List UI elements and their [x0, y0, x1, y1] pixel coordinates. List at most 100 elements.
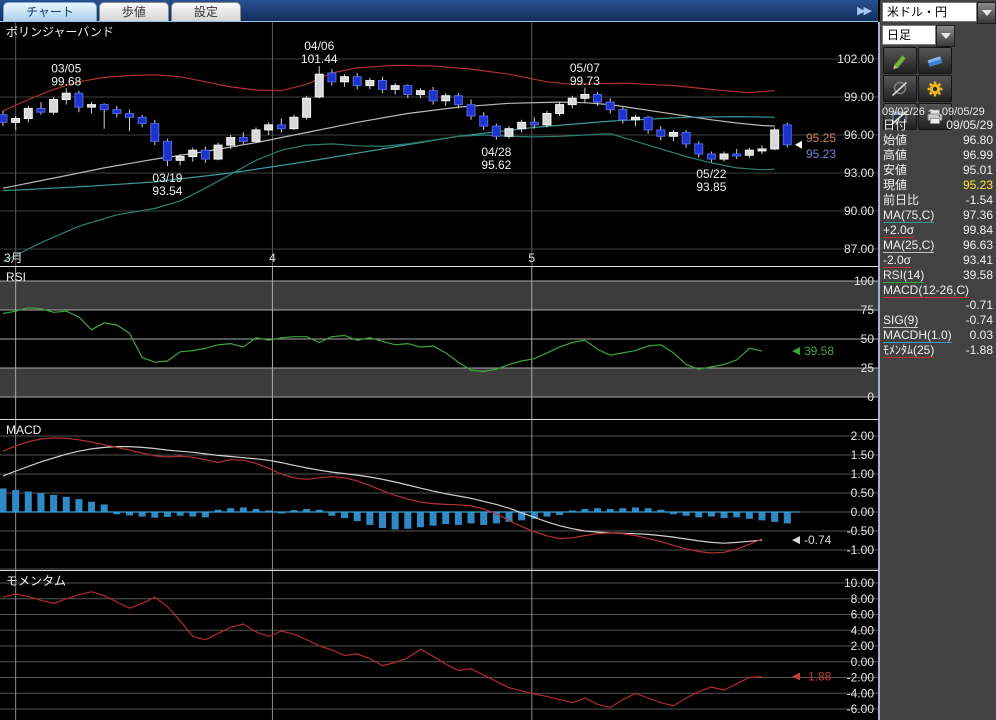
interval-select[interactable]: 日足: [882, 25, 955, 47]
symbol-value[interactable]: 米ドル・円: [882, 2, 977, 22]
settings-gear-button[interactable]: [918, 75, 952, 102]
delete-line-icon: [891, 81, 908, 96]
tab-tick[interactable]: 歩値: [98, 2, 169, 22]
rsi-chart-svg[interactable]: 100 75 50 25 0 39.58: [0, 267, 878, 419]
svg-text:-6.00: -6.00: [847, 702, 875, 716]
quote-row-value: 39.58: [962, 268, 993, 282]
svg-text:0: 0: [867, 390, 874, 404]
svg-text:90.00: 90.00: [844, 204, 874, 218]
tab-chart[interactable]: チャート: [3, 2, 97, 22]
chevron-down-icon: [981, 10, 992, 16]
svg-text:0.50: 0.50: [851, 486, 875, 500]
quote-row: SIG(9) -0.74: [880, 313, 996, 328]
quote-row: MACD(12-26,C): [880, 283, 996, 298]
quote-row-label: ﾓﾒﾝﾀﾑ(25): [883, 343, 935, 358]
quote-row: -2.0σ 93.41: [880, 253, 996, 268]
svg-text:04/06: 04/06: [304, 39, 334, 53]
quote-row-label: -2.0σ: [883, 253, 912, 268]
svg-text:-0.74: -0.74: [804, 533, 832, 547]
svg-text:-0.50: -0.50: [847, 524, 875, 538]
quote-row: 安値 95.01: [880, 163, 996, 178]
tab-list: チャート 歩値 設定: [0, 0, 878, 22]
quote-row-label: 前日比: [883, 193, 920, 207]
quote-row-value: 96.99: [962, 148, 993, 162]
quote-row-value: -1.88: [965, 343, 993, 357]
tab-overflow-icon[interactable]: ▶▶: [857, 4, 872, 17]
quote-row: 現値 95.23: [880, 178, 996, 193]
quote-row-label: RSI(14): [883, 268, 925, 283]
draw-line-button[interactable]: [883, 47, 917, 74]
quote-row-label: +2.0σ: [883, 223, 915, 238]
tab-settings[interactable]: 設定: [170, 2, 241, 22]
svg-text:100: 100: [854, 274, 874, 288]
interval-value[interactable]: 日足: [882, 25, 936, 45]
svg-text:95.62: 95.62: [481, 158, 511, 172]
quote-row: 始値 96.80: [880, 133, 996, 148]
main-chart-svg[interactable]: 102.00 99.00 96.00 93.00 90.00 87.00 3月 4 5 03/05…: [0, 22, 878, 267]
svg-text:99.00: 99.00: [844, 90, 874, 104]
quote-row: -0.71: [880, 298, 996, 313]
svg-text:1.00: 1.00: [851, 467, 875, 481]
svg-text:05/07: 05/07: [570, 61, 600, 75]
tab-bar: チャート 歩値 設定 ▶▶: [0, 0, 878, 22]
eraser-button[interactable]: [918, 47, 952, 74]
quote-row-label: 高値: [883, 148, 908, 162]
svg-text:39.58: 39.58: [804, 344, 834, 358]
svg-text:0.00: 0.00: [851, 505, 875, 519]
svg-text:0.00: 0.00: [851, 655, 875, 669]
svg-text:-1.88: -1.88: [804, 670, 832, 684]
svg-text:4: 4: [269, 251, 276, 265]
macd-chart-svg[interactable]: 2.00 1.50 1.00 0.50 0.00 -0.50 -1.00 -0.74: [0, 420, 878, 570]
quote-row-label: 始値: [883, 133, 908, 147]
svg-text:2.00: 2.00: [851, 429, 875, 443]
symbol-select[interactable]: 米ドル・円: [882, 2, 996, 24]
svg-text:95.23: 95.23: [806, 147, 836, 161]
svg-text:-2.00: -2.00: [847, 671, 875, 685]
svg-text:50: 50: [861, 332, 875, 346]
svg-text:96.00: 96.00: [844, 128, 874, 142]
svg-text:25: 25: [861, 361, 875, 375]
quote-row-value: 99.84: [962, 223, 993, 237]
svg-text:1.50: 1.50: [851, 448, 875, 462]
svg-text:99.68: 99.68: [51, 74, 81, 88]
momentum-chart-svg[interactable]: 10.00 8.00 6.004.00 2.00 0.00 -2.00-4.00 -6.00…: [0, 571, 878, 720]
svg-text:87.00: 87.00: [844, 242, 874, 256]
momentum-label: モメンタム: [6, 574, 67, 588]
quote-row: 前日比 -1.54: [880, 193, 996, 208]
quote-row-value: 96.80: [962, 133, 993, 147]
gear-icon: [927, 81, 943, 96]
quote-row-label: 日付: [883, 118, 908, 132]
svg-text:93.54: 93.54: [152, 184, 182, 198]
chart-area: 102.00 99.00 96.00 93.00 90.00 87.00 3月 4 5 03/05…: [0, 22, 880, 720]
side-panel: 米ドル・円 日足 09/02/26 ～ 09/05/29 日付 09/05/29…: [880, 0, 996, 720]
quote-row-value: 09/05/29: [946, 118, 993, 132]
quote-row: RSI(14) 39.58: [880, 268, 996, 283]
quote-row-value: 95.01: [962, 163, 993, 177]
quote-row: ﾓﾒﾝﾀﾑ(25) -1.88: [880, 343, 996, 358]
eraser-icon: [927, 56, 943, 67]
symbol-dropdown-button[interactable]: [977, 2, 996, 24]
quote-row-value: 95.23: [962, 178, 993, 192]
svg-text:99.73: 99.73: [570, 74, 600, 88]
quote-row-value: -0.74: [965, 313, 993, 327]
svg-text:75: 75: [861, 303, 875, 317]
chevron-down-icon: [940, 33, 951, 39]
quote-table: 日付 09/05/29 始値 96.80 高値 96.99 安値 95.01 現値 95.23 前日…: [880, 118, 996, 358]
svg-text:93.00: 93.00: [844, 166, 874, 180]
pencil-icon: [893, 54, 907, 69]
quote-row-label: 現値: [883, 178, 908, 192]
svg-text:10.00: 10.00: [844, 576, 874, 590]
svg-text:93.85: 93.85: [696, 180, 726, 194]
quote-row: 日付 09/05/29: [880, 118, 996, 133]
quote-row-value: 0.03: [969, 328, 993, 342]
svg-text:03/19: 03/19: [152, 171, 182, 185]
quote-row-label: MACD(12-26,C): [883, 283, 970, 298]
quote-row-label: SIG(9): [883, 313, 919, 328]
svg-text:5: 5: [528, 251, 535, 265]
quote-row-label: 安値: [883, 163, 908, 177]
svg-text:101.44: 101.44: [301, 52, 338, 66]
svg-text:95.25: 95.25: [806, 131, 836, 145]
delete-line-button[interactable]: [883, 75, 917, 102]
interval-dropdown-button[interactable]: [936, 25, 955, 47]
quote-row: 高値 96.99: [880, 148, 996, 163]
